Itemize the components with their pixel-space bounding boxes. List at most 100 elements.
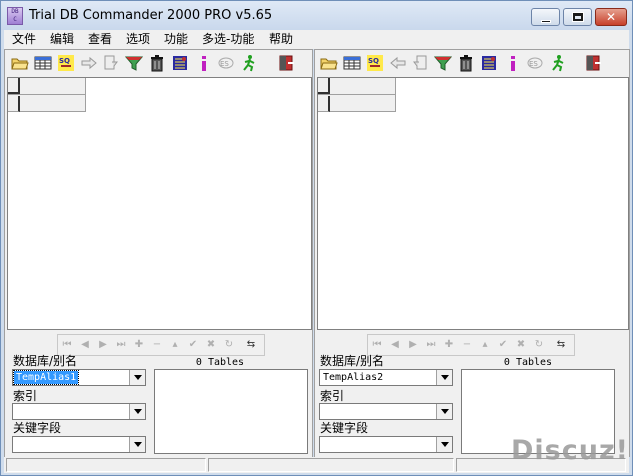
next-record-icon[interactable]: ▶	[96, 338, 110, 352]
sql-icon[interactable]: SQ	[366, 54, 384, 72]
window-title: Trial DB Commander 2000 PRO v5.65	[29, 8, 273, 23]
menu-help[interactable]: 帮助	[269, 31, 293, 47]
info-icon[interactable]	[504, 54, 522, 72]
right-pane: SQ ES ⏮ ◀ ▶ ⏭ ✚ − ▴ ✔ ✖ ↻ ⇆ 数据库/别名 TempA…	[314, 49, 630, 458]
left-tables-list[interactable]	[154, 369, 308, 454]
chevron-down-icon[interactable]	[436, 437, 452, 452]
grid-corner-cell	[318, 78, 330, 94]
maximize-icon	[572, 12, 584, 22]
svg-text:SQ: SQ	[59, 57, 70, 65]
chevron-down-icon[interactable]	[436, 404, 452, 419]
right-alias-label: 数据库/别名	[320, 354, 385, 368]
app-db-icon[interactable]: DB C	[7, 7, 23, 25]
minimize-button[interactable]	[531, 8, 560, 26]
right-key-combobox[interactable]	[319, 436, 453, 453]
arrow-left-icon[interactable]	[389, 54, 407, 72]
post-record-icon[interactable]: ✔	[186, 338, 200, 352]
delete-record-icon[interactable]: −	[460, 338, 474, 352]
last-record-icon[interactable]: ⏭	[424, 338, 438, 352]
left-index-label: 索引	[13, 389, 38, 403]
refresh-record-icon[interactable]: ↻	[222, 338, 236, 352]
status-panel-1	[6, 458, 206, 472]
grid-row-indicator	[318, 96, 330, 112]
last-record-icon[interactable]: ⏭	[114, 338, 128, 352]
grid-header	[8, 78, 86, 112]
left-key-value	[14, 438, 18, 451]
filter-icon[interactable]	[125, 54, 143, 72]
insert-record-icon[interactable]: ✚	[442, 338, 456, 352]
insert-record-icon[interactable]: ✚	[132, 338, 146, 352]
database-icon[interactable]	[171, 54, 189, 72]
filter-icon[interactable]	[434, 54, 452, 72]
maximize-button[interactable]	[563, 8, 592, 26]
run-icon[interactable]	[240, 54, 258, 72]
svg-text:SQ: SQ	[368, 57, 379, 65]
prior-record-icon[interactable]: ◀	[388, 338, 402, 352]
left-index-combobox[interactable]	[12, 403, 146, 420]
app-window: DB C Trial DB Commander 2000 PRO v5.65 ✕…	[0, 0, 633, 476]
left-data-grid[interactable]	[7, 77, 312, 330]
run-icon[interactable]	[549, 54, 567, 72]
apply-updates-icon[interactable]: ⇆	[554, 338, 568, 352]
post-record-icon[interactable]: ✔	[496, 338, 510, 352]
left-key-label: 关键字段	[13, 421, 62, 435]
cancel-record-icon[interactable]: ✖	[514, 338, 528, 352]
menu-view[interactable]: 查看	[88, 31, 112, 47]
trash-icon[interactable]	[457, 54, 475, 72]
apply-updates-icon[interactable]: ⇆	[244, 338, 258, 352]
sql-edit-icon[interactable]: ES	[217, 54, 235, 72]
database-icon[interactable]	[480, 54, 498, 72]
left-alias-value: TempAlias1	[12, 370, 80, 385]
left-pane: SQ ES ⏮ ◀ ▶ ⏭ ✚ − ▴ ✔ ✖ ↻ ⇆ 数据库/别名 TempA…	[4, 49, 313, 458]
left-alias-combobox[interactable]: TempAlias1	[12, 369, 146, 386]
grid-row-indicator	[8, 96, 20, 112]
copy-doc-icon[interactable]	[411, 54, 429, 72]
chevron-down-icon[interactable]	[129, 437, 145, 452]
chevron-down-icon[interactable]	[129, 404, 145, 419]
exit-icon[interactable]	[278, 54, 296, 72]
right-toolbar: SQ ES	[315, 50, 629, 77]
arrow-right-icon[interactable]	[80, 54, 98, 72]
menu-file[interactable]: 文件	[12, 31, 36, 47]
menu-options[interactable]: 选项	[126, 31, 150, 47]
chevron-down-icon[interactable]	[436, 370, 452, 385]
trash-icon[interactable]	[148, 54, 166, 72]
sql-icon[interactable]: SQ	[57, 54, 75, 72]
exit-icon[interactable]	[585, 54, 603, 72]
open-folder-icon[interactable]	[320, 54, 338, 72]
next-record-icon[interactable]: ▶	[406, 338, 420, 352]
close-button[interactable]: ✕	[595, 8, 627, 26]
right-data-grid[interactable]	[317, 77, 629, 330]
first-record-icon[interactable]: ⏮	[60, 338, 74, 352]
right-key-value	[321, 438, 325, 451]
right-index-combobox[interactable]	[319, 403, 453, 420]
menu-edit[interactable]: 编辑	[50, 31, 74, 47]
right-key-label: 关键字段	[320, 421, 369, 435]
svg-text:ES: ES	[529, 60, 538, 68]
right-index-value	[321, 405, 325, 418]
delete-record-icon[interactable]: −	[150, 338, 164, 352]
chevron-down-icon[interactable]	[129, 370, 145, 385]
info-icon[interactable]	[195, 54, 213, 72]
table-icon[interactable]	[34, 54, 52, 72]
table-icon[interactable]	[343, 54, 361, 72]
edit-record-icon[interactable]: ▴	[478, 338, 492, 352]
cancel-record-icon[interactable]: ✖	[204, 338, 218, 352]
menu-functions[interactable]: 功能	[164, 31, 188, 47]
sql-edit-icon[interactable]: ES	[526, 54, 544, 72]
minimize-icon	[541, 20, 551, 23]
edit-record-icon[interactable]: ▴	[168, 338, 182, 352]
refresh-record-icon[interactable]: ↻	[532, 338, 546, 352]
right-alias-combobox[interactable]: TempAlias2	[319, 369, 453, 386]
status-panel-2	[208, 458, 454, 472]
left-index-value	[14, 405, 18, 418]
prior-record-icon[interactable]: ◀	[78, 338, 92, 352]
open-folder-icon[interactable]	[11, 54, 29, 72]
first-record-icon[interactable]: ⏮	[370, 338, 384, 352]
right-index-label: 索引	[320, 389, 345, 403]
left-key-combobox[interactable]	[12, 436, 146, 453]
menu-multiselect-functions[interactable]: 多选-功能	[202, 31, 254, 47]
copy-doc-icon[interactable]	[102, 54, 120, 72]
title-bar[interactable]: DB C Trial DB Commander 2000 PRO v5.65 ✕	[1, 1, 632, 30]
grid-corner-cell	[8, 78, 20, 94]
